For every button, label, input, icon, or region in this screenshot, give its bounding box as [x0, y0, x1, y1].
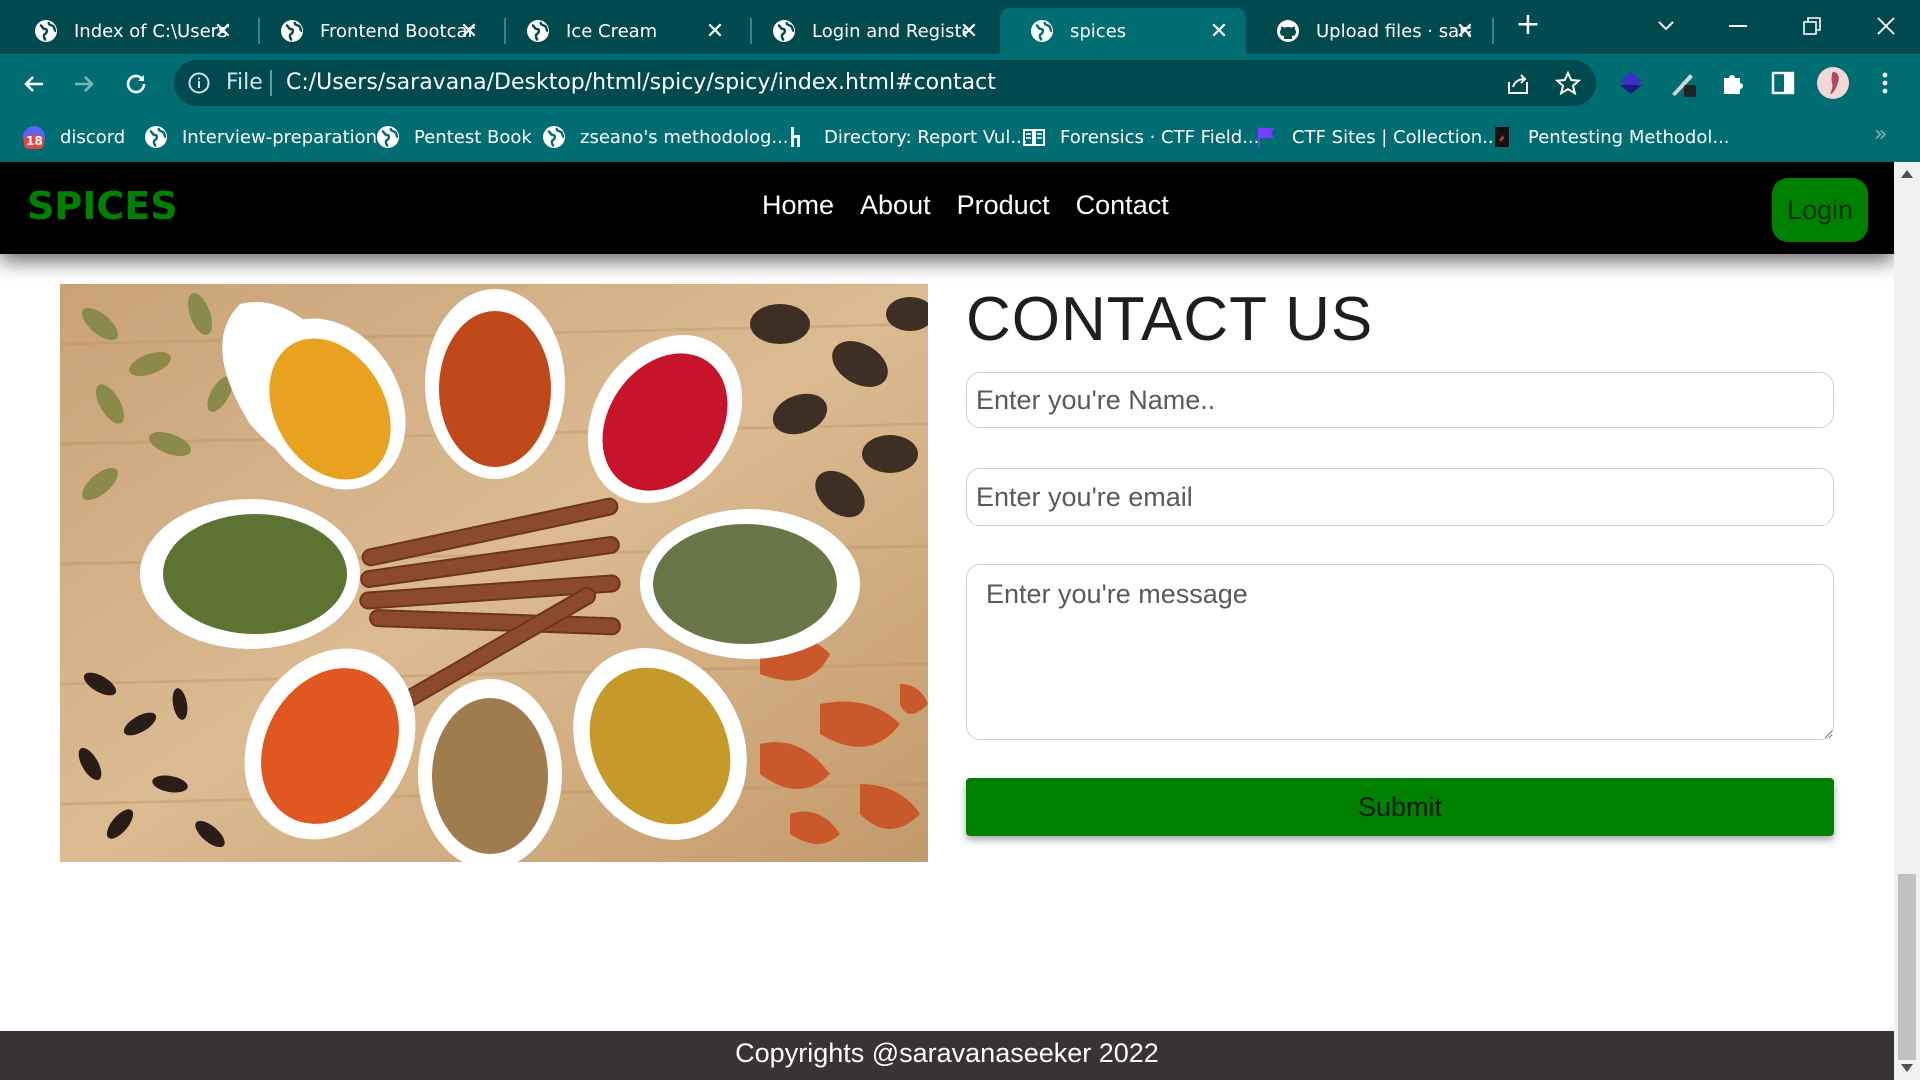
notification-badge: 18: [26, 134, 43, 148]
contact-heading: CONTACT US: [966, 285, 1374, 354]
site-footer: Copyrights @saravanaseeker 2022: [0, 1031, 1894, 1080]
site-logo[interactable]: SPICES: [27, 184, 178, 228]
restore-icon[interactable]: [1792, 8, 1832, 44]
close-tab-icon[interactable]: ✕: [456, 18, 482, 44]
nav-link-contact[interactable]: Contact: [1076, 190, 1169, 221]
extensions-puzzle-icon[interactable]: [1716, 66, 1750, 100]
scroll-thumb[interactable]: [1898, 874, 1916, 1060]
bookmark-item[interactable]: Pentesting Methodol...: [1490, 124, 1730, 150]
bookmark-star-icon[interactable]: [1554, 70, 1582, 98]
doc-icon: [1495, 127, 1509, 147]
profile-avatar[interactable]: [1816, 66, 1850, 100]
browser-tab[interactable]: Index of C:\Users\s ✕: [4, 8, 250, 54]
close-window-icon[interactable]: [1866, 8, 1906, 44]
nav-link-home[interactable]: Home: [762, 190, 834, 221]
close-tab-icon[interactable]: ✕: [702, 18, 728, 44]
flag-icon: [1258, 127, 1274, 147]
tab-title: Frontend Bootcam: [320, 20, 475, 42]
info-icon[interactable]: [188, 72, 210, 94]
extension-layers-icon[interactable]: [1614, 66, 1648, 100]
nav-link-product[interactable]: Product: [957, 190, 1050, 221]
browser-tab[interactable]: Ice Cream ✕: [496, 8, 742, 54]
site-navbar: SPICES Home About Product Contact Login: [0, 162, 1894, 254]
page-viewport: SPICES Home About Product Contact Login: [0, 162, 1894, 1080]
bookmark-label: Pentest Book: [414, 126, 532, 148]
globe-icon: [527, 20, 549, 42]
discord-icon: 18: [22, 125, 46, 149]
bookmark-item[interactable]: Interview-preparation: [144, 124, 377, 150]
scheme-label: File: [226, 70, 263, 95]
share-icon[interactable]: [1504, 70, 1532, 98]
hackerone-icon: [791, 127, 800, 147]
tab-title: Ice Cream: [566, 20, 658, 42]
browser-tab[interactable]: Upload files · sarav ✕: [1246, 8, 1492, 54]
globe-icon: [35, 20, 57, 42]
email-input[interactable]: [966, 468, 1834, 526]
bookmark-item[interactable]: 18 discord: [22, 124, 125, 150]
tab-divider: [1492, 18, 1494, 44]
bookmarks-bar: 18 discord Interview-preparation Pentest…: [0, 112, 1920, 162]
spices-photo: [60, 284, 928, 862]
browser-tab[interactable]: Login and Register ✕: [742, 8, 996, 54]
globe-icon: [543, 126, 565, 148]
browser-toolbar: File C:/Users/saravana/Desktop/html/spic…: [0, 54, 1920, 112]
omnibox-divider: [270, 70, 272, 96]
bookmark-label: Interview-preparation: [182, 126, 378, 148]
bookmark-item[interactable]: Forensics · CTF Field...: [1022, 124, 1259, 150]
more-menu-icon[interactable]: [1868, 66, 1902, 100]
site-menu: Home About Product Contact: [762, 190, 1169, 221]
bookmark-label: zseano's methodolog...: [580, 126, 789, 148]
bookmark-item[interactable]: CTF Sites | Collection...: [1254, 124, 1499, 150]
bookmark-label: Pentesting Methodol...: [1528, 126, 1730, 148]
close-tab-icon[interactable]: ✕: [956, 18, 982, 44]
minimize-icon[interactable]: [1718, 8, 1758, 44]
book-icon: [1023, 129, 1045, 146]
close-tab-icon[interactable]: ✕: [210, 18, 236, 44]
globe-icon: [773, 20, 795, 42]
login-button[interactable]: Login: [1772, 178, 1868, 242]
address-bar[interactable]: File C:/Users/saravana/Desktop/html/spic…: [174, 60, 1596, 106]
scroll-down-arrow-icon[interactable]: [1901, 1064, 1913, 1072]
globe-icon: [145, 126, 167, 148]
browser-tab[interactable]: Frontend Bootcam ✕: [250, 8, 496, 54]
bookmark-label: Directory: Report Vul...: [824, 126, 1028, 148]
new-tab-plus-icon[interactable]: +: [1512, 10, 1544, 42]
bookmarks-overflow-chevron-icon[interactable]: »: [1874, 122, 1887, 147]
reload-icon[interactable]: [118, 66, 154, 102]
browser-tab-active[interactable]: spices ✕: [1000, 8, 1246, 54]
bookmark-label: Forensics · CTF Field...: [1060, 126, 1260, 148]
bookmark-item[interactable]: zseano's methodolog...: [542, 124, 789, 150]
url-text[interactable]: C:/Users/saravana/Desktop/html/spicy/spi…: [286, 70, 996, 95]
bookmark-item[interactable]: Directory: Report Vul...: [786, 124, 1028, 150]
message-textarea[interactable]: [966, 564, 1834, 740]
close-tab-icon[interactable]: ✕: [1452, 18, 1478, 44]
close-tab-icon[interactable]: ✕: [1206, 18, 1232, 44]
scroll-up-arrow-icon[interactable]: [1901, 170, 1913, 178]
name-input[interactable]: [966, 372, 1834, 428]
tab-strip: Index of C:\Users\s ✕ Frontend Bootcam ✕…: [0, 0, 1920, 54]
submit-button[interactable]: Submit: [966, 778, 1834, 836]
bookmark-label: CTF Sites | Collection...: [1292, 126, 1500, 148]
tab-title: Index of C:\Users\s: [74, 20, 229, 42]
extension-pen-icon[interactable]: [1666, 66, 1700, 100]
tab-title: spices: [1070, 20, 1127, 42]
bookmark-item[interactable]: Pentest Book: [376, 124, 532, 150]
bookmark-label: discord: [60, 126, 126, 148]
globe-icon: [377, 126, 399, 148]
tab-search-chevron-icon[interactable]: [1646, 8, 1686, 44]
side-panel-icon[interactable]: [1766, 66, 1800, 100]
globe-icon: [281, 20, 303, 42]
tab-title: Upload files · sarav: [1316, 20, 1471, 42]
back-arrow-icon[interactable]: [16, 66, 52, 102]
github-icon: [1277, 20, 1299, 42]
globe-icon: [1031, 20, 1053, 42]
page-scrollbar[interactable]: [1894, 162, 1920, 1080]
nav-link-about[interactable]: About: [860, 190, 931, 221]
tab-title: Login and Register: [812, 20, 967, 42]
forward-arrow-icon[interactable]: [66, 66, 102, 102]
